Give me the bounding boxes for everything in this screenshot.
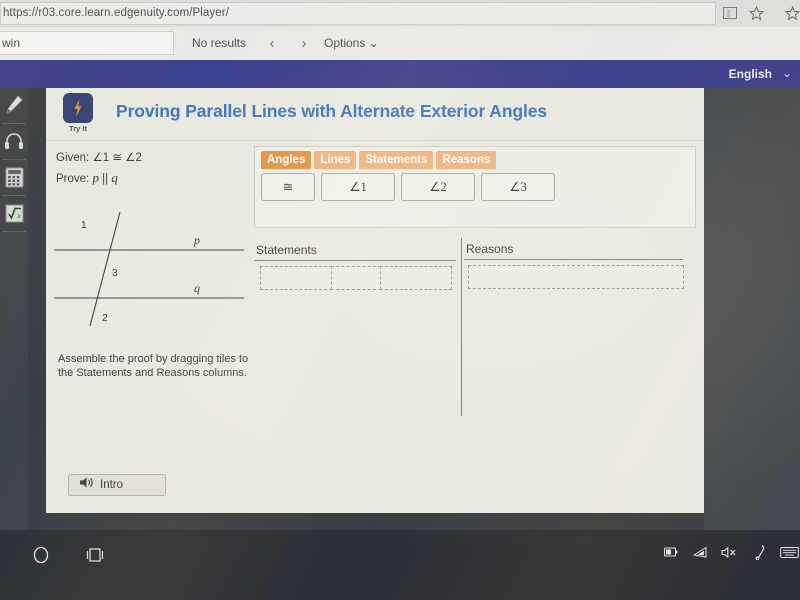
instructions-text: Assemble the proof by dragging tiles to … (58, 353, 249, 379)
find-result-text: No results (191, 36, 247, 50)
tile-list: ≅ ∠1 ∠2 ∠3 (261, 173, 561, 201)
task-view-icon[interactable] (84, 544, 106, 566)
statement-drop-slot-1[interactable] (260, 266, 332, 290)
tile-tab-lines[interactable]: Lines (314, 151, 357, 169)
find-previous-button[interactable]: ‹ (258, 34, 286, 54)
lesson-header: Try It Proving Parallel Lines with Alter… (46, 88, 704, 141)
lesson-card: Try It Proving Parallel Lines with Alter… (46, 88, 704, 513)
chevron-down-icon[interactable]: ⌄ (782, 66, 792, 80)
favorite-star-icon[interactable] (748, 5, 764, 21)
statements-rule (254, 260, 456, 261)
highlighter-icon[interactable] (2, 88, 26, 122)
windows-taskbar (0, 530, 800, 600)
headphones-icon[interactable] (2, 124, 26, 158)
battery-icon[interactable] (660, 542, 680, 562)
keyboard-icon[interactable] (778, 542, 800, 562)
svg-text:p: p (193, 233, 200, 247)
wifi-icon[interactable] (690, 542, 710, 562)
find-in-page-bar: No results ‹ › Options ⌄ (0, 27, 800, 61)
svg-text:1: 1 (81, 220, 87, 231)
speaker-icon (79, 476, 94, 494)
reason-drop-slot-1[interactable] (468, 265, 684, 289)
find-options-button[interactable]: Options ⌄ (324, 36, 379, 50)
tile-tab-reasons[interactable]: Reasons (436, 151, 497, 169)
calculator-icon[interactable] (2, 160, 26, 194)
favorites-bar-star-icon[interactable] (784, 5, 800, 21)
prove-line-q: q (111, 170, 118, 185)
prove-label: Prove: (56, 173, 90, 185)
geometry-diagram: 1 3 2 p q (54, 206, 254, 327)
proof-tile[interactable]: ∠2 (401, 173, 475, 201)
address-text: https://r03.core.learn.edgenuity.com/Pla… (3, 7, 229, 19)
try-it-label: Try It (69, 124, 87, 133)
find-next-button[interactable]: › (290, 34, 318, 54)
proof-tile[interactable]: ≅ (261, 173, 315, 201)
proof-tile[interactable]: ∠3 (481, 173, 555, 201)
statement-drop-slot-3[interactable] (380, 266, 452, 290)
given-value: ∠1 ≅ ∠2 (92, 152, 142, 164)
svg-text:q: q (194, 281, 200, 295)
parallel-symbol: || (102, 173, 109, 185)
tile-tray: Angles Lines Statements Reasons ≅ ∠1 ∠2 ∠3 (254, 146, 696, 228)
svg-text:3: 3 (112, 268, 118, 279)
tile-tab-statements[interactable]: Statements (359, 151, 434, 169)
lightning-bolt-icon (63, 93, 93, 123)
tile-tab-angles[interactable]: Angles (261, 151, 312, 169)
tile-category-tabs: Angles Lines Statements Reasons (261, 151, 499, 169)
column-divider (461, 238, 462, 416)
speaker-muted-icon[interactable] (720, 542, 740, 562)
statements-header: Statements (256, 243, 317, 257)
language-selector-label[interactable]: English (729, 67, 772, 81)
chevron-down-icon: ⌄ (368, 36, 379, 50)
given-statement: Given: ∠1 ≅ ∠2 (56, 150, 142, 164)
find-options-label: Options (324, 36, 366, 50)
statement-drop-slot-2[interactable] (331, 266, 381, 290)
find-input[interactable] (0, 31, 174, 55)
address-input[interactable]: https://r03.core.learn.edgenuity.com/Pla… (0, 2, 716, 25)
reasons-header: Reasons (466, 242, 514, 256)
browser-address-bar: https://r03.core.learn.edgenuity.com/Pla… (0, 0, 800, 27)
tool-rail: x (0, 88, 28, 232)
page-title: Proving Parallel Lines with Alternate Ex… (116, 101, 548, 121)
app-top-bar (0, 60, 800, 88)
svg-text:2: 2 (102, 313, 108, 324)
screen: https://r03.core.learn.edgenuity.com/Pla… (0, 0, 800, 600)
desktop-right-strip (704, 60, 800, 530)
reading-view-icon[interactable] (722, 5, 738, 21)
math-tool-icon[interactable]: x (2, 196, 26, 230)
reasons-rule (464, 259, 683, 260)
prove-statement: Prove: p || q (56, 170, 118, 186)
given-label: Given: (56, 152, 90, 164)
intro-label: Intro (100, 479, 124, 491)
prove-line-p: p (92, 170, 99, 185)
proof-tile[interactable]: ∠1 (321, 173, 395, 201)
intro-audio-button[interactable]: Intro (68, 474, 166, 496)
pen-icon[interactable] (750, 542, 770, 562)
circle-icon[interactable] (30, 544, 52, 566)
